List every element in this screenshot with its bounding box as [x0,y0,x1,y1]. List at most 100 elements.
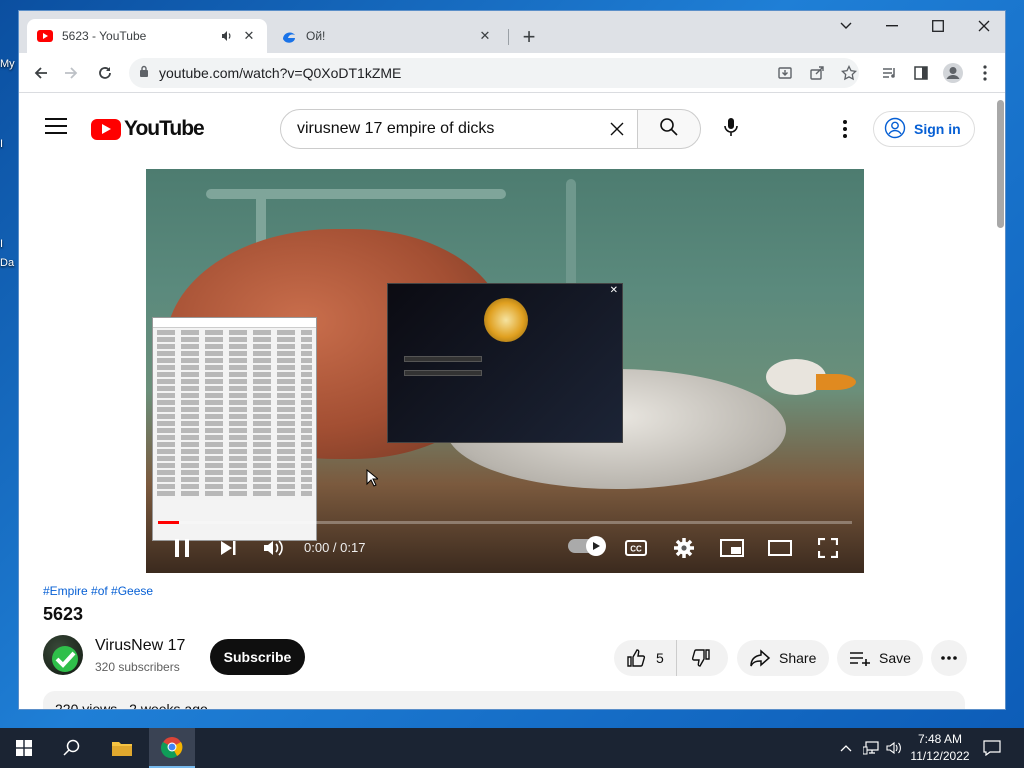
notifications-icon[interactable] [980,728,1004,768]
subscriber-count: 320 subscribers [95,660,180,674]
clear-search-icon[interactable] [597,121,637,137]
miniplayer-icon [720,539,744,557]
system-volume-icon[interactable] [884,728,904,768]
network-icon[interactable] [860,728,882,768]
video-player[interactable]: ✕ 0:00 / 0:17 CC [146,169,864,573]
taskbar-search-button[interactable] [52,728,92,768]
video-scene-beak [816,374,856,390]
close-tab-icon[interactable]: ✕ [477,28,493,44]
share-label: Share [779,650,817,666]
page-scrollbar[interactable] [993,94,1005,709]
youtube-icon [37,28,53,44]
tab-title: Ой! [306,29,326,43]
pause-icon [175,539,189,557]
svg-text:CC: CC [630,545,642,554]
search-input[interactable]: virusnew 17 empire of dicks [280,109,638,149]
hamburger-menu-icon[interactable] [45,118,67,134]
url-text: youtube.com/watch?v=Q0XoDT1kZME [159,65,402,81]
media-controls-icon[interactable] [877,61,901,85]
like-count: 5 [656,650,664,666]
desktop-icon-label[interactable]: I [0,238,3,250]
thumbs-up-icon [627,649,646,667]
scrollbar-thumb[interactable] [997,100,1004,228]
lock-icon[interactable] [139,64,149,82]
desktop-icon-label[interactable]: My [0,58,15,70]
youtube-logo[interactable]: YouTube [91,117,205,141]
desktop-icon-label[interactable]: Da [0,257,14,269]
bookmark-star-icon[interactable] [837,61,861,85]
new-tab-button[interactable]: + [517,24,541,49]
channel-avatar[interactable] [43,635,83,675]
miniplayer-button[interactable] [716,531,748,565]
theater-mode-button[interactable] [764,531,796,565]
dislike-button[interactable] [677,640,725,676]
tab-edge-error[interactable]: Ой! ✕ [271,19,503,53]
install-app-icon[interactable] [773,61,797,85]
folder-icon [112,742,132,756]
browser-menu-icon[interactable] [973,61,997,85]
start-button[interactable] [4,728,44,768]
pause-button[interactable] [168,531,196,565]
save-button[interactable]: Save [837,640,923,676]
search-button[interactable] [637,109,701,149]
upload-age: 2 weeks ago [129,701,208,710]
chrome-taskbar-button[interactable] [149,728,195,768]
more-actions-button[interactable] [931,640,967,676]
subscribe-button[interactable]: Subscribe [210,639,305,675]
windows-logo-icon [16,740,32,756]
description-box[interactable]: 220 views 2 weeks ago [43,691,965,710]
voice-search-button[interactable] [711,109,751,149]
browser-window: 5623 - YouTube ✕ Ой! ✕ + youtube.com/wat… [18,10,1006,710]
volume-icon [264,540,283,556]
autoplay-knob [586,536,606,556]
closed-captions-icon: CC [625,540,647,556]
like-button[interactable]: 5 [614,640,677,676]
reload-icon[interactable] [93,61,117,85]
back-arrow-icon[interactable] [29,61,53,85]
captions-button[interactable]: CC [620,531,652,565]
channel-checkmark-icon [52,646,78,672]
youtube-wordmark: YouTube [124,117,205,140]
desktop-icon-label[interactable]: I [0,138,3,150]
edge-icon [281,28,297,44]
video-progress-bar[interactable] [158,521,852,524]
share-arrow-icon [750,649,771,667]
mouse-cursor-icon [366,469,378,487]
video-dialog-field [404,356,482,362]
share-button[interactable]: Share [737,640,829,676]
view-count: 220 views [55,701,118,710]
tab-youtube[interactable]: 5623 - YouTube ✕ [27,19,267,53]
share-page-icon[interactable] [805,61,829,85]
search-icon [659,117,679,142]
address-bar[interactable]: youtube.com/watch?v=Q0XoDT1kZME [129,58,859,88]
microphone-icon [723,117,739,142]
playlist-add-icon [850,652,870,666]
settings-kebab-icon[interactable] [833,116,857,142]
side-panel-icon[interactable] [909,61,933,85]
skip-next-icon [221,541,236,555]
tray-chevron-icon[interactable] [836,728,856,768]
maximize-button[interactable] [915,11,961,41]
tab-title: 5623 - YouTube [62,29,147,43]
channel-name[interactable]: VirusNew 17 [95,637,185,655]
minimize-button[interactable] [869,11,915,41]
tab-search-chevron-icon[interactable] [823,11,869,41]
close-tab-icon[interactable]: ✕ [241,28,257,44]
next-button[interactable] [214,531,242,565]
profile-avatar-icon[interactable] [941,61,965,85]
sign-in-button[interactable]: Sign in [873,111,975,147]
autoplay-toggle[interactable] [568,536,606,556]
volume-button[interactable] [260,531,288,565]
speaker-icon[interactable] [219,28,235,44]
account-circle-icon [884,117,906,142]
close-window-button[interactable] [961,11,1005,41]
forward-arrow-icon[interactable] [59,61,83,85]
file-explorer-button[interactable] [100,728,144,768]
fullscreen-button[interactable] [812,531,844,565]
hashtag-links[interactable]: #Empire #of #Geese [43,584,153,598]
search-icon [63,739,80,756]
settings-button[interactable] [668,531,700,565]
fullscreen-icon [818,538,838,558]
taskbar-clock[interactable]: 7:48 AM 11/12/2022 [902,731,978,765]
video-progress-fill [158,521,179,524]
